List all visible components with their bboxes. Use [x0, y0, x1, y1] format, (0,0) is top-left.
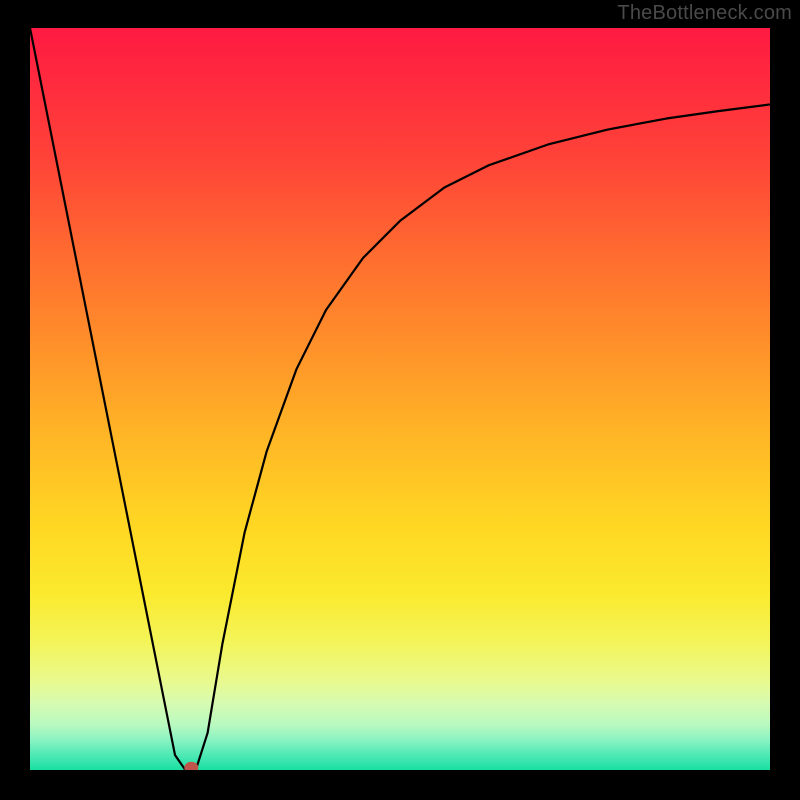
marker-dot: [184, 762, 198, 770]
chart-svg: [30, 28, 770, 770]
attribution-text: TheBottleneck.com: [617, 2, 792, 25]
plot-area: [30, 28, 770, 770]
curve-path: [30, 28, 770, 770]
chart-frame: TheBottleneck.com: [0, 0, 800, 800]
